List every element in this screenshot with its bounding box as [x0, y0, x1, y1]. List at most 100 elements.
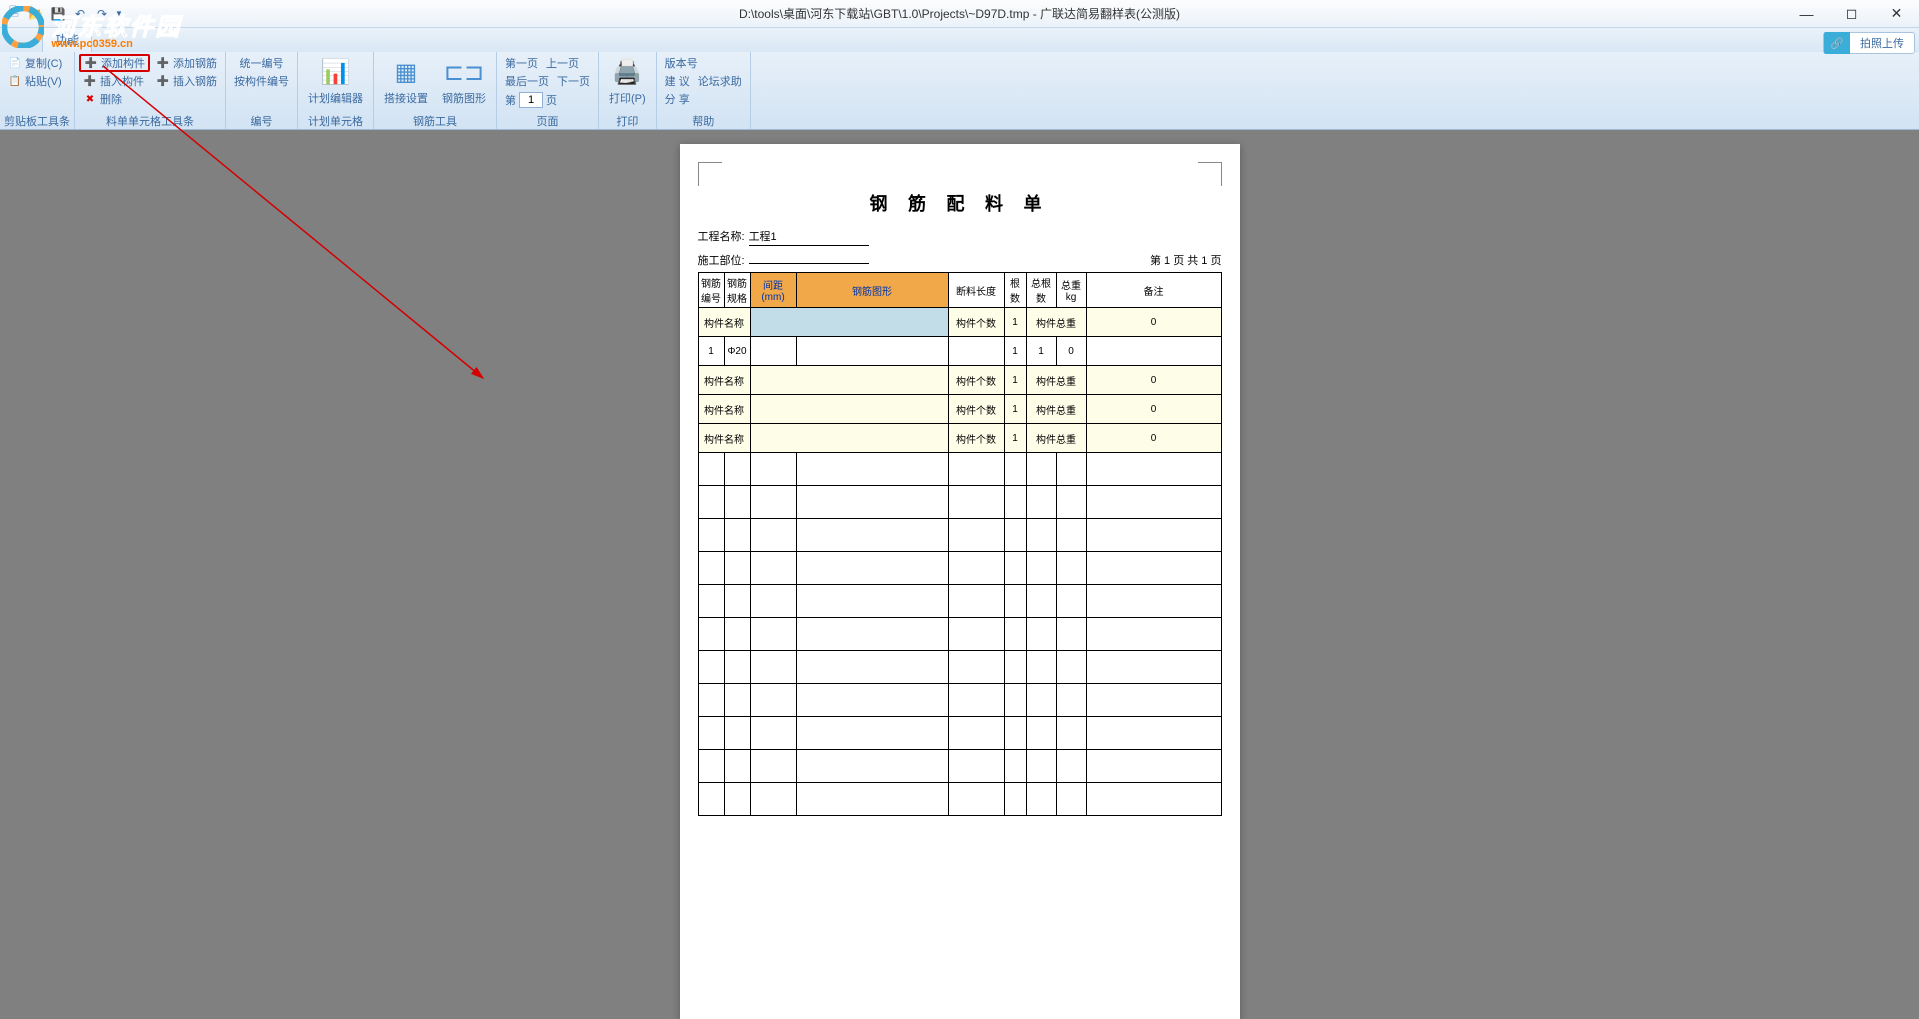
table-row[interactable]	[698, 750, 1221, 783]
comp-name-cell[interactable]	[750, 308, 948, 337]
table-row[interactable]: 构件名称构件个数1构件总重0	[698, 395, 1221, 424]
comp-count[interactable]: 1	[1004, 395, 1026, 424]
comp-count-label: 构件个数	[948, 424, 1004, 453]
table-row[interactable]	[698, 717, 1221, 750]
share-button[interactable]: 分 享	[661, 90, 746, 108]
comp-count-label: 构件个数	[948, 366, 1004, 395]
last-page-button[interactable]: 最后一页	[501, 72, 553, 90]
paste-button[interactable]: 📋粘贴(V)	[4, 72, 66, 90]
table-row[interactable]	[698, 486, 1221, 519]
prev-page-button[interactable]: 上一页	[542, 54, 583, 72]
comp-name-label: 构件名称	[698, 424, 750, 453]
group-print: 🖨️ 打印(P) 打印	[599, 52, 657, 129]
group-component: ➕添加构件 ➕插入构件 ✖删除 ➕添加钢筋 ➕插入钢筋 料单单元格工具条	[75, 52, 226, 129]
splice-icon: ▦	[390, 56, 422, 88]
table-row[interactable]	[698, 684, 1221, 717]
comp-name-cell[interactable]	[750, 366, 948, 395]
th-tuxing[interactable]: 钢筋图形	[796, 273, 948, 308]
copy-button[interactable]: 📄复制(C)	[4, 54, 66, 72]
th-jianju[interactable]: 间距(mm)	[750, 273, 796, 308]
comp-name-cell[interactable]	[750, 424, 948, 453]
table-row[interactable]	[698, 618, 1221, 651]
window-title: D:\tools\桌面\河东下载站\GBT\1.0\Projects\~D97D…	[739, 5, 1180, 22]
table-row[interactable]	[698, 552, 1221, 585]
document-page: 钢 筋 配 料 单 工程名称: 工程1 施工部位: 第 1 页 共 1 页	[680, 144, 1240, 1019]
rebar-table[interactable]: 钢筋编号 钢筋规格 间距(mm) 钢筋图形 断料长度 根数 总根数 总重kg 备…	[698, 272, 1222, 816]
qat-undo-icon[interactable]: ↶	[70, 4, 90, 24]
comp-count-label: 构件个数	[948, 308, 1004, 337]
splice-settings-button[interactable]: ▦ 搭接设置	[378, 54, 434, 108]
comp-weight-label: 构件总重	[1026, 366, 1086, 395]
upload-photo-button[interactable]: 🔗 拍照上传	[1823, 32, 1915, 54]
qat-dropdown-icon[interactable]: ▼	[114, 4, 124, 24]
cell-zhong[interactable]: 0	[1056, 337, 1086, 366]
comp-weight: 0	[1086, 366, 1221, 395]
cell-jianju[interactable]	[750, 337, 796, 366]
unified-number-button[interactable]: 统一编号	[236, 54, 288, 72]
next-page-button[interactable]: 下一页	[553, 72, 594, 90]
project-value: 工程1	[749, 228, 869, 246]
group-label: 页面	[501, 113, 594, 129]
workspace[interactable]: 钢 筋 配 料 单 工程名称: 工程1 施工部位: 第 1 页 共 1 页	[0, 130, 1919, 1019]
link-icon: 🔗	[1824, 32, 1850, 54]
page-info: 第 1 页 共 1 页	[1150, 252, 1222, 268]
qat-open-icon[interactable]: 📂	[26, 4, 46, 24]
tab-function[interactable]: 功能	[42, 26, 92, 52]
cell-zonggen[interactable]: 1	[1026, 337, 1056, 366]
print-button[interactable]: 🖨️ 打印(P)	[603, 54, 652, 108]
comp-count[interactable]: 1	[1004, 424, 1026, 453]
table-row[interactable]: 构件名称构件个数1构件总重0	[698, 424, 1221, 453]
qat-new-icon[interactable]: 🗎	[4, 4, 24, 24]
table-row[interactable]: 构件名称构件个数1构件总重0	[698, 308, 1221, 337]
cell-bianhao[interactable]: 1	[698, 337, 724, 366]
table-row[interactable]	[698, 651, 1221, 684]
comp-weight-label: 构件总重	[1026, 424, 1086, 453]
page-number-input[interactable]	[519, 92, 543, 108]
table-row[interactable]: 构件名称构件个数1构件总重0	[698, 366, 1221, 395]
window-controls: — ◻ ✕	[1784, 0, 1919, 28]
table-row[interactable]	[698, 453, 1221, 486]
version-button[interactable]: 版本号	[661, 54, 746, 72]
cell-beizhu[interactable]	[1086, 337, 1221, 366]
comp-name-cell[interactable]	[750, 395, 948, 424]
comp-count[interactable]: 1	[1004, 366, 1026, 395]
insert-rebar-button[interactable]: ➕插入钢筋	[152, 72, 221, 90]
comp-weight-label: 构件总重	[1026, 395, 1086, 424]
by-component-number-button[interactable]: 按构件编号	[230, 72, 293, 90]
table-row[interactable]	[698, 783, 1221, 816]
group-label: 编号	[230, 113, 293, 129]
th-zhong: 总重kg	[1056, 273, 1086, 308]
rebar-shape-button[interactable]: ⊏⊐ 钢筋图形	[436, 54, 492, 108]
delete-button[interactable]: ✖删除	[79, 90, 150, 108]
table-header-row: 钢筋编号 钢筋规格 间距(mm) 钢筋图形 断料长度 根数 总根数 总重kg 备…	[698, 273, 1221, 308]
maximize-button[interactable]: ◻	[1829, 0, 1874, 28]
comp-name-label: 构件名称	[698, 308, 750, 337]
minimize-button[interactable]: —	[1784, 0, 1829, 28]
add-component-button[interactable]: ➕添加构件	[79, 54, 150, 72]
table-row[interactable]: 1Φ20110	[698, 337, 1221, 366]
forum-button[interactable]: 论坛求助	[694, 72, 746, 90]
insert-icon: ➕	[83, 74, 97, 88]
group-plan: 📊 计划编辑器 计划单元格	[298, 52, 374, 129]
insert-component-button[interactable]: ➕插入构件	[79, 72, 150, 90]
qat-save-icon[interactable]: 💾	[48, 4, 68, 24]
comp-weight: 0	[1086, 395, 1221, 424]
suggest-button[interactable]: 建 议	[661, 72, 694, 90]
comp-count[interactable]: 1	[1004, 308, 1026, 337]
group-rebar-tools: ▦ 搭接设置 ⊏⊐ 钢筋图形 钢筋工具	[374, 52, 497, 129]
plan-editor-button[interactable]: 📊 计划编辑器	[302, 54, 369, 108]
first-page-button[interactable]: 第一页	[501, 54, 542, 72]
comp-name-label: 构件名称	[698, 395, 750, 424]
cell-guige[interactable]: Φ20	[724, 337, 750, 366]
cell-tuxing[interactable]	[796, 337, 948, 366]
ribbon: 📄复制(C) 📋粘贴(V) 剪贴板工具条 ➕添加构件 ➕插入构件 ✖删除 ➕添加…	[0, 52, 1919, 130]
table-row[interactable]	[698, 585, 1221, 618]
add-rebar-button[interactable]: ➕添加钢筋	[152, 54, 221, 72]
qat-redo-icon[interactable]: ↷	[92, 4, 112, 24]
cell-gen[interactable]: 1	[1004, 337, 1026, 366]
table-row[interactable]	[698, 519, 1221, 552]
ribbon-tabs: 功能	[0, 28, 1919, 52]
cell-changdu[interactable]	[948, 337, 1004, 366]
group-label: 打印	[603, 113, 652, 129]
close-button[interactable]: ✕	[1874, 0, 1919, 28]
